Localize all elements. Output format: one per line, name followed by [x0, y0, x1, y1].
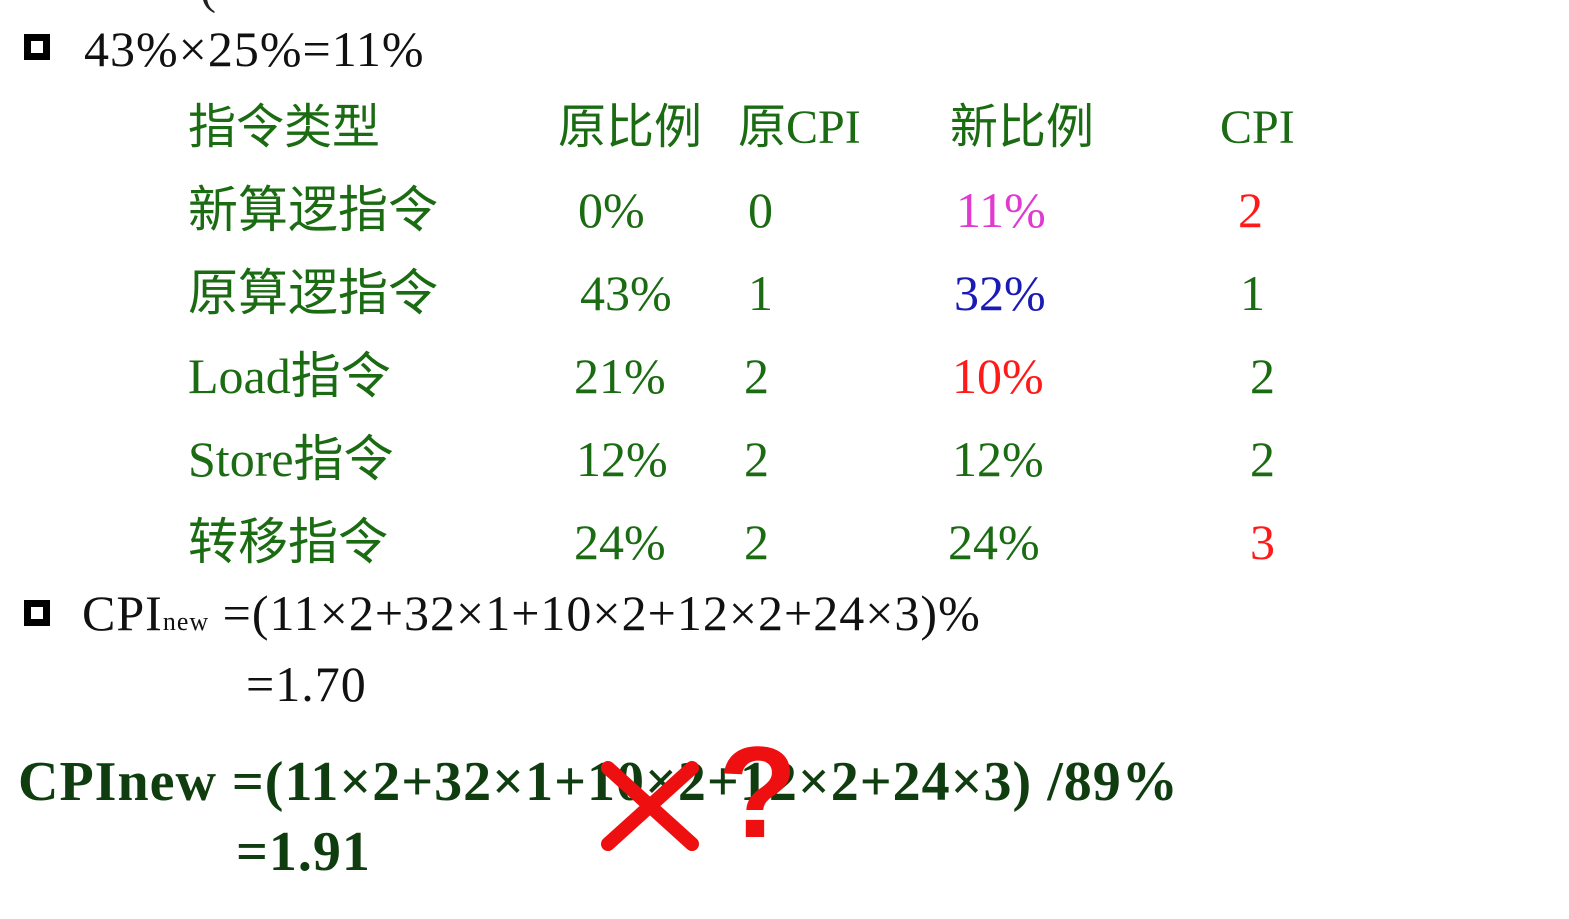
header-new-ratio: 新比例 — [950, 101, 1095, 154]
row-new-ratio: 32% — [954, 265, 1046, 321]
row-orig-ratio: 12% — [576, 431, 668, 487]
row-orig-ratio: 24% — [574, 514, 666, 570]
row-cpi: 1 — [1240, 265, 1265, 321]
header-orig-cpi: 原CPI — [738, 101, 861, 154]
cpi-result: =1.70 — [246, 656, 367, 712]
header-type: 指令类型 — [188, 101, 381, 154]
row-orig-cpi: 2 — [744, 348, 769, 404]
row-type: 原算逻指令 — [188, 265, 438, 321]
row-orig-ratio: 21% — [574, 348, 666, 404]
bullet-icon — [24, 600, 50, 626]
cpi-formula: CPInew =(11×2+32×1+10×2+12×2+24×3)% — [82, 584, 981, 642]
question-mark-icon: ? — [718, 719, 798, 865]
wrong-formula: CPInew =(11×2+32×1+10×2+12×2+24×3) /89% — [18, 751, 1179, 813]
row-new-ratio: 11% — [956, 182, 1046, 238]
calc-line: 43%×25%=11% — [84, 21, 425, 77]
row-orig-cpi: 2 — [744, 514, 769, 570]
cpi-subscript: new — [162, 607, 210, 636]
row-cpi: 2 — [1250, 431, 1275, 487]
row-new-ratio: 10% — [952, 348, 1044, 404]
row-orig-cpi: 0 — [748, 182, 773, 238]
row-cpi: 3 — [1250, 514, 1275, 570]
row-type: 转移指令 — [188, 514, 388, 570]
header-cpi: CPI — [1220, 101, 1295, 154]
row-orig-ratio: 43% — [580, 265, 672, 321]
row-type: Store指令 — [188, 431, 394, 487]
row-orig-cpi: 2 — [744, 431, 769, 487]
row-cpi: 2 — [1238, 182, 1263, 238]
cross-mark-icon — [601, 761, 699, 851]
row-cpi: 2 — [1250, 348, 1275, 404]
row-new-ratio: 24% — [948, 514, 1040, 570]
bullet-icon — [24, 34, 50, 60]
row-orig-cpi: 1 — [748, 265, 773, 321]
wrong-result: =1.91 — [236, 821, 371, 883]
header-orig-ratio: 原比例 — [558, 101, 703, 154]
cutoff-line: ( — [200, 0, 216, 15]
row-orig-ratio: 0% — [578, 182, 645, 238]
row-type: 新算逻指令 — [188, 182, 438, 238]
row-new-ratio: 12% — [952, 431, 1044, 487]
cpi-label: CPI — [82, 585, 163, 641]
row-type: Load指令 — [188, 348, 391, 404]
cpi-expression: =(11×2+32×1+10×2+12×2+24×3)% — [209, 585, 981, 641]
